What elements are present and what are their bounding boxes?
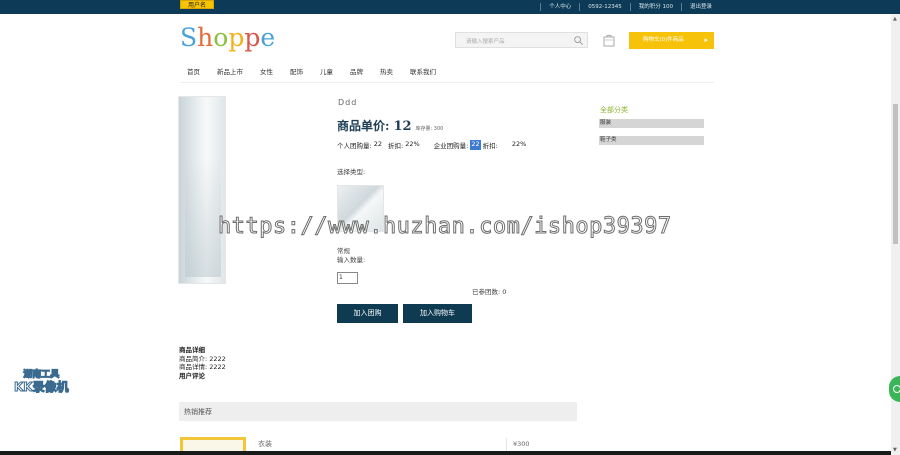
user-center-link[interactable]: 个人中心 xyxy=(540,3,571,11)
cart-button[interactable]: 购物车(0)件商品 ▸ xyxy=(629,32,714,49)
details-intro: 商品简介: 2222 xyxy=(179,354,226,363)
choose-type-label: 选择类型: xyxy=(337,168,366,176)
personal-discount-label: 折扣: xyxy=(387,142,404,150)
personal-discount-value: 22% xyxy=(405,140,420,148)
category-item-clothing[interactable]: 服装 xyxy=(599,119,704,128)
enterprise-group-label: 企业团购量: xyxy=(433,142,469,150)
taskbar-strip xyxy=(0,451,891,455)
join-group-buy-button[interactable]: 加入团购 xyxy=(337,304,398,323)
search-input[interactable]: 请输入搜索产品 xyxy=(455,32,588,48)
quantity-input[interactable]: 1 xyxy=(337,272,358,284)
watermark-text: https://www.huzhan.com/ishop39397 xyxy=(218,214,672,240)
details-detail: 商品详情: 2222 xyxy=(179,363,226,371)
logo-letter: h xyxy=(197,23,214,52)
logo-letter: e xyxy=(260,23,276,52)
group-buy-info: 个人团购量: 22 折扣: 22% 企业团购量: 22 折扣: 22% xyxy=(337,140,532,150)
logout-link[interactable]: 退出登录 xyxy=(680,3,712,11)
user-comments-title[interactable]: 用户评论 xyxy=(179,372,226,381)
cart-button-label: 购物车(0)件商品 xyxy=(643,37,684,43)
nav-item-home[interactable]: 首页 xyxy=(187,66,200,78)
hot-item-name[interactable]: 衣装 xyxy=(258,439,272,449)
hot-recommend-title: 热销推荐 xyxy=(184,408,212,416)
category-item-shoes[interactable]: 鞋子类 xyxy=(599,136,704,145)
add-to-cart-button[interactable]: 加入购物车 xyxy=(403,304,472,323)
logo-letter: p xyxy=(244,23,261,52)
recorder-badge: 湖南工具 KK录像机 xyxy=(14,369,70,394)
logo-letter: S xyxy=(180,23,198,52)
personal-group-value: 22 xyxy=(373,140,382,148)
site-logo[interactable]: Shoppe xyxy=(180,23,275,52)
nav-item-accessories[interactable]: 配饰 xyxy=(290,66,303,78)
search-icon[interactable] xyxy=(573,35,584,46)
scroll-up-icon[interactable]: ▲ xyxy=(893,16,897,22)
nav-item-contact[interactable]: 联系我们 xyxy=(410,66,436,78)
top-bar: 用户名 个人中心 0592-12345 我的积分 100 退出登录 xyxy=(0,0,900,14)
price-label: 商品单价: xyxy=(337,119,390,133)
nav-item-new[interactable]: 新品上市 xyxy=(217,66,243,78)
product-main-image[interactable] xyxy=(178,96,226,284)
floating-chat-icon[interactable] xyxy=(889,376,900,402)
product-details: 商品详细 商品简介: 2222 商品详情: 2222 用户评论 xyxy=(179,346,226,380)
hot-item-price: ¥300 xyxy=(513,440,530,448)
nav-divider xyxy=(180,82,714,83)
nav-item-brands[interactable]: 品牌 xyxy=(350,66,363,78)
enterprise-discount-label: 折扣: xyxy=(482,142,498,150)
search-placeholder: 请输入搜索产品 xyxy=(466,39,505,45)
joined-count: 已参团数: 0 xyxy=(472,288,507,296)
hot-recommend-bar: 热销推荐 xyxy=(179,402,577,421)
category-title: 全部分类 xyxy=(600,106,628,114)
enterprise-discount-value: 22% xyxy=(511,140,527,148)
hot-item-divider xyxy=(506,438,507,452)
price-value: 12 xyxy=(393,119,412,134)
logo-letter: p xyxy=(228,23,245,52)
top-links: 个人中心 0592-12345 我的积分 100 退出登录 xyxy=(532,0,712,14)
quantity-label: 输入数量: xyxy=(337,256,366,264)
nav-item-women[interactable]: 女性 xyxy=(260,66,273,78)
username-button[interactable]: 用户名 xyxy=(180,0,214,9)
price-row: 商品单价: 12 库存量: 300 xyxy=(337,117,443,134)
recorder-badge-line2: KK录像机 xyxy=(14,380,70,394)
logo-letter: o xyxy=(213,23,229,52)
shopping-bag-icon[interactable] xyxy=(602,33,616,47)
nav-item-kids[interactable]: 儿童 xyxy=(320,66,333,78)
scroll-down-icon[interactable]: ▼ xyxy=(893,447,897,453)
enterprise-group-value: 22 xyxy=(470,140,481,150)
main-nav: 首页 新品上市 女性 配饰 儿童 品牌 热卖 联系我们 xyxy=(180,66,453,78)
points-link[interactable]: 我的积分 100 xyxy=(629,3,673,11)
chevron-right-icon: ▸ xyxy=(704,36,708,44)
phone-link[interactable]: 0592-12345 xyxy=(579,3,622,11)
personal-group-label: 个人团购量: xyxy=(337,142,372,150)
stock-count: 库存量: 300 xyxy=(415,126,444,132)
nav-item-hot[interactable]: 热卖 xyxy=(380,66,393,78)
hot-item-image[interactable] xyxy=(180,437,246,451)
product-name: Ddd xyxy=(338,98,358,107)
details-title: 商品详细 xyxy=(179,346,205,354)
scrollbar-thumb[interactable] xyxy=(893,104,898,244)
